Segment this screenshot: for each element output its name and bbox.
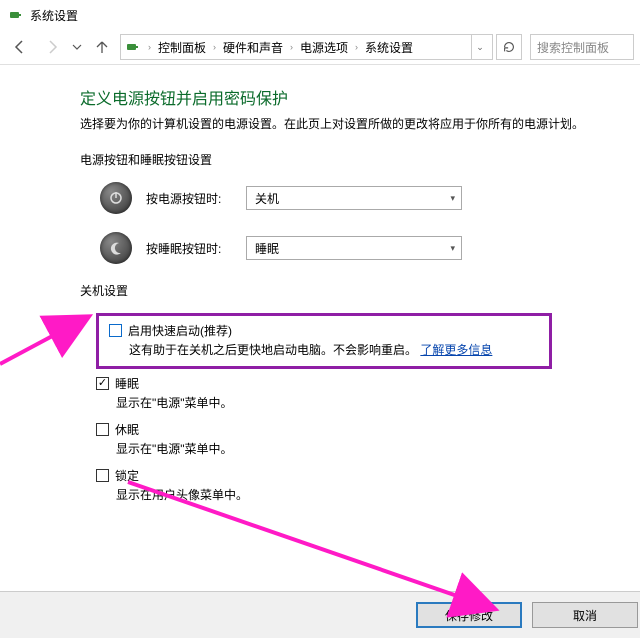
lock-checkbox[interactable] [96,469,109,482]
breadcrumb-item[interactable]: 控制面板 [156,39,208,56]
chevron-right-icon: › [210,42,219,52]
power-button-row: 按电源按钮时: 关机 ▾ [100,182,610,214]
chevron-right-icon: › [352,42,361,52]
learn-more-link[interactable]: 了解更多信息 [420,343,492,357]
chevron-down-icon: ▾ [450,193,455,204]
sleep-button-select[interactable]: 睡眠 ▾ [246,236,462,260]
forward-button[interactable] [38,35,66,59]
sleep-button-row: 按睡眠按钮时: 睡眠 ▾ [100,232,610,264]
up-button[interactable] [88,35,116,59]
breadcrumb-item[interactable]: 系统设置 [363,39,415,56]
content-area: 定义电源按钮并启用密码保护 选择要为你的计算机设置的电源设置。在此页上对设置所做… [0,65,640,503]
window-title: 系统设置 [30,7,78,24]
search-placeholder: 搜索控制面板 [537,39,609,56]
page-description: 选择要为你的计算机设置的电源设置。在此页上对设置所做的更改将应用于你所有的电源计… [80,115,610,133]
chevron-right-icon: › [145,42,154,52]
lock-desc: 显示在用户头像菜单中。 [116,486,610,503]
select-value: 睡眠 [255,240,279,257]
hibernate-label: 休眠 [115,421,139,438]
breadcrumb-item[interactable]: 硬件和声音 [221,39,285,56]
lock-label: 锁定 [115,467,139,484]
fast-startup-checkbox[interactable] [109,324,122,337]
fast-startup-label: 启用快速启动(推荐) [128,322,232,339]
power-icon [100,182,132,214]
save-button[interactable]: 保存修改 [416,602,522,628]
refresh-button[interactable] [496,34,522,60]
nav-toolbar: › 控制面板 › 硬件和声音 › 电源选项 › 系统设置 ⌄ 搜索控制面板 [0,30,640,65]
sleep-desc: 显示在"电源"菜单中。 [116,394,610,411]
hibernate-option: 休眠 显示在"电源"菜单中。 [96,421,610,457]
chevron-down-icon: ▾ [450,243,455,254]
fast-startup-highlight: 启用快速启动(推荐) 这有助于在关机之后更快地启动电脑。不会影响重启。 了解更多… [96,313,552,369]
power-buttons-section-label: 电源按钮和睡眠按钮设置 [80,151,610,168]
chevron-right-icon: › [287,42,296,52]
sleep-icon [100,232,132,264]
power-button-label: 按电源按钮时: [146,190,246,207]
recent-dropdown[interactable] [70,35,84,59]
footer-bar: 保存修改 取消 [0,591,640,638]
back-button[interactable] [6,35,34,59]
hibernate-desc: 显示在"电源"菜单中。 [116,440,610,457]
sleep-option: ✓ 睡眠 显示在"电源"菜单中。 [96,375,610,411]
battery-icon [8,7,24,23]
search-input[interactable]: 搜索控制面板 [530,34,634,60]
shutdown-section-label: 关机设置 [80,282,610,299]
battery-icon [125,39,141,55]
sleep-button-label: 按睡眠按钮时: [146,240,246,257]
fast-startup-desc: 这有助于在关机之后更快地启动电脑。不会影响重启。 [129,343,417,357]
sleep-label: 睡眠 [115,375,139,392]
breadcrumb[interactable]: › 控制面板 › 硬件和声音 › 电源选项 › 系统设置 ⌄ [120,34,493,60]
page-heading: 定义电源按钮并启用密码保护 [80,85,610,109]
sleep-checkbox[interactable]: ✓ [96,377,109,390]
breadcrumb-dropdown[interactable]: ⌄ [471,35,488,59]
hibernate-checkbox[interactable] [96,423,109,436]
cancel-button[interactable]: 取消 [532,602,638,628]
power-button-select[interactable]: 关机 ▾ [246,186,462,210]
breadcrumb-item[interactable]: 电源选项 [298,39,350,56]
title-bar: 系统设置 [0,0,640,30]
lock-option: 锁定 显示在用户头像菜单中。 [96,467,610,503]
select-value: 关机 [255,190,279,207]
